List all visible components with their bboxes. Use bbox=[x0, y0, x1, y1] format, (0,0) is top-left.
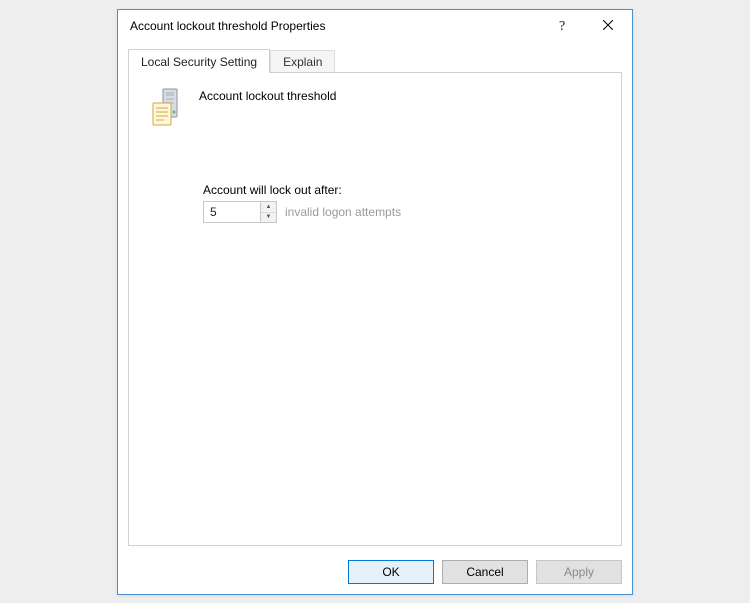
spinner-buttons: ▲ ▼ bbox=[260, 202, 276, 222]
dialog-buttons: OK Cancel Apply bbox=[118, 554, 632, 594]
threshold-input-row: ▲ ▼ invalid logon attempts bbox=[203, 201, 601, 223]
tab-explain[interactable]: Explain bbox=[270, 50, 335, 73]
tab-label: Explain bbox=[283, 55, 322, 69]
button-label: Cancel bbox=[466, 565, 503, 579]
cancel-button[interactable]: Cancel bbox=[442, 560, 528, 584]
tab-label: Local Security Setting bbox=[141, 55, 257, 69]
dialog-title: Account lockout threshold Properties bbox=[130, 19, 542, 33]
threshold-spinner: ▲ ▼ bbox=[203, 201, 277, 223]
ok-button[interactable]: OK bbox=[348, 560, 434, 584]
spinner-down[interactable]: ▼ bbox=[261, 213, 276, 223]
help-icon: ? bbox=[559, 18, 569, 35]
button-label: Apply bbox=[564, 565, 594, 579]
threshold-field: Account will lock out after: ▲ ▼ bbox=[203, 183, 601, 223]
threshold-unit: invalid logon attempts bbox=[285, 205, 401, 219]
titlebar: Account lockout threshold Properties ? bbox=[118, 10, 632, 42]
properties-dialog: Account lockout threshold Properties ? L… bbox=[117, 9, 633, 595]
client-area: Local Security Setting Explain bbox=[118, 42, 632, 554]
close-icon bbox=[603, 19, 613, 33]
help-button[interactable]: ? bbox=[542, 11, 586, 41]
tabstrip: Local Security Setting Explain bbox=[128, 48, 622, 72]
tab-panel-local: Account lockout threshold Account will l… bbox=[128, 72, 622, 546]
chevron-up-icon: ▲ bbox=[266, 204, 272, 210]
policy-header: Account lockout threshold bbox=[149, 87, 601, 127]
threshold-label: Account will lock out after: bbox=[203, 183, 601, 197]
threshold-input[interactable] bbox=[204, 202, 260, 222]
policy-name: Account lockout threshold bbox=[199, 87, 336, 103]
tab-local-security-setting[interactable]: Local Security Setting bbox=[128, 49, 270, 73]
svg-text:?: ? bbox=[559, 19, 565, 32]
policy-icon bbox=[149, 87, 185, 127]
button-label: OK bbox=[382, 565, 399, 579]
close-button[interactable] bbox=[586, 11, 630, 41]
chevron-down-icon: ▼ bbox=[266, 214, 272, 220]
spinner-up[interactable]: ▲ bbox=[261, 202, 276, 213]
apply-button: Apply bbox=[536, 560, 622, 584]
